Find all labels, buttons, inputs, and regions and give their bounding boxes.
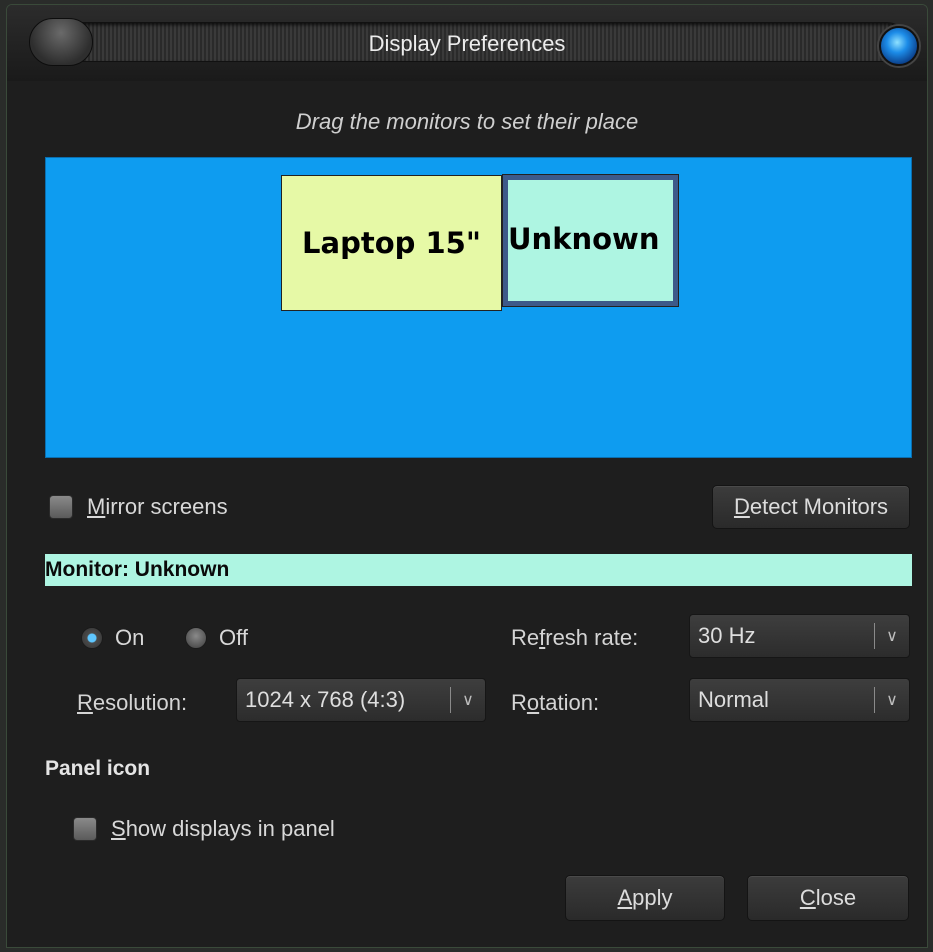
chevron-down-icon[interactable]: ∨ (875, 690, 909, 710)
show-displays-label: Show displays in panel (111, 816, 335, 841)
mirror-screens-label: Mirror screens (87, 494, 228, 519)
resolution-value: 1024 x 768 (4:3) (245, 687, 406, 712)
close-button[interactable]: Close (747, 875, 909, 921)
monitor-laptop[interactable]: Laptop 15" (281, 175, 502, 311)
close-window-orb-icon[interactable] (879, 26, 919, 66)
chevron-down-icon[interactable]: ∨ (451, 690, 485, 710)
power-on-radio[interactable]: On (81, 625, 144, 651)
show-displays-in-panel-checkbox[interactable]: Show displays in panel (73, 816, 335, 842)
checkbox-icon[interactable] (73, 817, 97, 841)
display-preferences-window: Display Preferences Drag the monitors to… (6, 4, 928, 948)
rotation-select[interactable]: Normal ∨ (689, 678, 910, 722)
resolution-label: Resolution: (77, 690, 188, 715)
refresh-rate-label: Refresh rate: (511, 625, 639, 650)
monitor-header: Monitor: Unknown (45, 554, 912, 586)
checkbox-icon[interactable] (49, 495, 73, 519)
apply-button[interactable]: Apply (565, 875, 725, 921)
detect-monitors-button[interactable]: Detect Monitors (712, 485, 910, 529)
drag-hint: Drag the monitors to set their place (295, 109, 639, 134)
refresh-rate-select[interactable]: 30 Hz ∨ (689, 614, 910, 658)
monitor-unknown[interactable]: Unknown (502, 174, 679, 307)
panel-icon-section-title: Panel icon (45, 757, 151, 780)
monitor-arrangement-canvas[interactable]: Laptop 15" Unknown (45, 157, 912, 458)
resolution-select[interactable]: 1024 x 768 (4:3) ∨ (236, 678, 486, 722)
power-on-label: On (115, 625, 145, 650)
title-bar[interactable]: Display Preferences (7, 5, 927, 81)
rotation-value: Normal (698, 687, 769, 712)
power-off-radio[interactable]: Off (185, 625, 248, 651)
radio-unselected-icon[interactable] (185, 627, 207, 649)
power-off-label: Off (219, 625, 248, 650)
window-title: Display Preferences (368, 31, 566, 56)
chevron-down-icon[interactable]: ∨ (875, 626, 909, 646)
refresh-rate-value: 30 Hz (698, 623, 756, 648)
mirror-screens-checkbox[interactable]: Mirror screens (49, 494, 228, 520)
rotation-label: Rotation: (511, 690, 600, 715)
radio-selected-icon[interactable] (81, 627, 103, 649)
